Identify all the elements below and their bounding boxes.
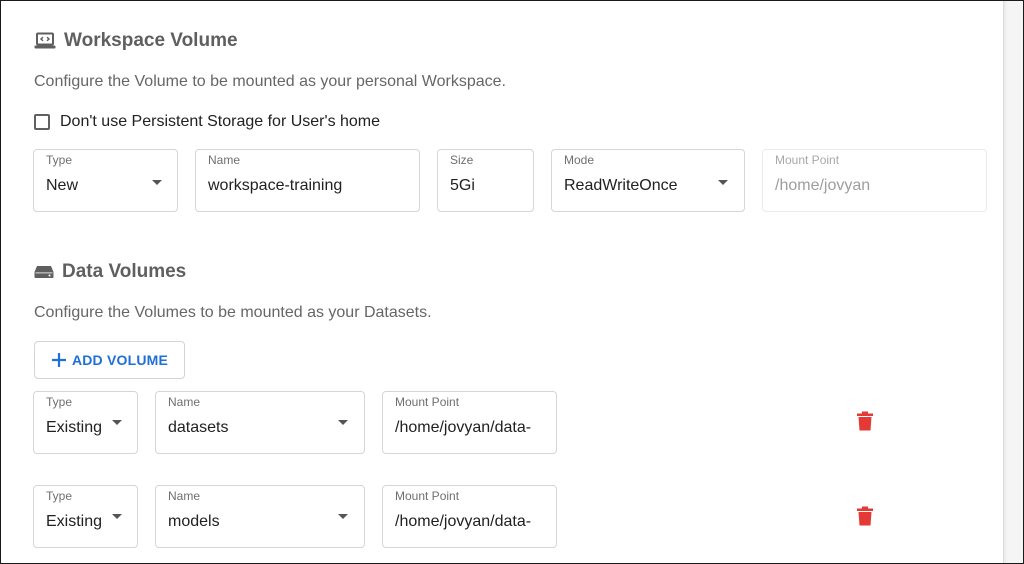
delete-icon[interactable] bbox=[856, 411, 874, 431]
checkbox-label: Don't use Persistent Storage for User's … bbox=[60, 113, 381, 130]
field-value: workspace-training bbox=[208, 177, 343, 194]
persistent-storage-checkbox[interactable] bbox=[34, 114, 50, 130]
volume-type-select[interactable]: Type Existing bbox=[33, 391, 138, 454]
field-value: datasets bbox=[168, 419, 229, 436]
field-value: Existing bbox=[46, 513, 103, 530]
field-value: Existing bbox=[46, 419, 103, 436]
field-label: Size bbox=[450, 153, 474, 167]
workspace-type-select[interactable]: Type New bbox=[33, 149, 178, 212]
field-value: 5Gi bbox=[450, 177, 475, 194]
caret-down-icon bbox=[338, 514, 348, 519]
caret-down-icon bbox=[338, 420, 348, 425]
field-label: Type bbox=[46, 153, 73, 167]
plus-icon bbox=[51, 352, 67, 368]
field-value: ReadWriteOnce bbox=[564, 177, 678, 194]
field-label: Type bbox=[46, 395, 73, 409]
field-label: Name bbox=[168, 395, 201, 409]
field-value: /home/jovyan bbox=[775, 177, 871, 194]
field-value: models bbox=[168, 513, 220, 530]
field-label: Mount Point bbox=[395, 489, 460, 503]
workspace-name-input[interactable]: Name workspace-training bbox=[195, 149, 420, 212]
field-value: /home/jovyan/data- bbox=[395, 419, 532, 436]
caret-down-icon bbox=[718, 180, 728, 185]
workspace-mount-point-input: Mount Point /home/jovyan bbox=[762, 149, 987, 212]
laptop-code-icon bbox=[34, 32, 56, 50]
hard-drive-icon bbox=[34, 265, 54, 279]
volume-name-select[interactable]: Name datasets bbox=[155, 391, 365, 454]
section-title-text: Data Volumes bbox=[62, 261, 187, 282]
field-value: /home/jovyan/data- bbox=[395, 513, 532, 530]
workspace-mode-select[interactable]: Mode ReadWriteOnce bbox=[551, 149, 745, 212]
volume-mount-point-input[interactable]: Mount Point /home/jovyan/data- bbox=[382, 391, 557, 454]
workspace-description: Configure the Volume to be mounted as yo… bbox=[34, 73, 506, 90]
field-label: Name bbox=[168, 489, 201, 503]
workspace-volume-title: Workspace Volume bbox=[34, 30, 238, 52]
caret-down-icon bbox=[112, 514, 122, 519]
caret-down-icon bbox=[152, 180, 162, 185]
data-volumes-description: Configure the Volumes to be mounted as y… bbox=[34, 304, 432, 321]
field-label: Mount Point bbox=[775, 153, 840, 167]
volume-type-select[interactable]: Type Existing bbox=[33, 485, 138, 548]
caret-down-icon bbox=[112, 420, 122, 425]
field-label: Type bbox=[46, 489, 73, 503]
field-value: New bbox=[46, 177, 79, 194]
volume-mount-point-input[interactable]: Mount Point /home/jovyan/data- bbox=[382, 485, 557, 548]
field-label: Mode bbox=[564, 153, 595, 167]
workspace-size-input[interactable]: Size 5Gi bbox=[437, 149, 534, 212]
section-title-text: Workspace Volume bbox=[64, 30, 238, 51]
add-volume-button[interactable]: ADD VOLUME bbox=[34, 341, 185, 379]
field-label: Name bbox=[208, 153, 241, 167]
persistent-storage-checkbox-row[interactable]: Don't use Persistent Storage for User's … bbox=[34, 113, 380, 131]
field-label: Mount Point bbox=[395, 395, 460, 409]
volume-name-select[interactable]: Name models bbox=[155, 485, 365, 548]
add-volume-label: ADD VOLUME bbox=[71, 352, 169, 368]
data-volumes-title: Data Volumes bbox=[34, 261, 186, 283]
delete-icon[interactable] bbox=[856, 506, 874, 526]
form-card: Workspace Volume Configure the Volume to… bbox=[1, 1, 1004, 563]
